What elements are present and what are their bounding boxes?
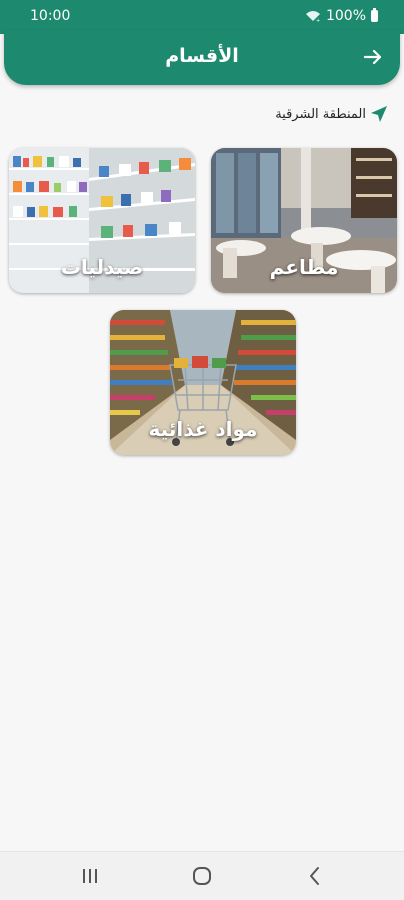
- status-bar: 10:00 + 100%: [0, 0, 404, 34]
- page-title: الأقسام: [165, 45, 239, 67]
- home-icon[interactable]: [189, 864, 215, 888]
- category-label: مطاعم: [269, 255, 339, 279]
- navigation-arrow-icon: [371, 106, 387, 122]
- category-label: صيدليات: [60, 255, 144, 279]
- status-icons: + 100%: [305, 8, 378, 24]
- status-time: 10:00: [30, 8, 71, 24]
- arrow-right-icon: [363, 49, 382, 65]
- app-header: الأقسام: [4, 30, 400, 85]
- location-label: المنطقة الشرقية: [275, 106, 366, 122]
- location-selector[interactable]: المنطقة الشرقية: [275, 102, 388, 126]
- category-card-pharmacies[interactable]: صيدليات: [9, 148, 195, 293]
- back-chevron-icon[interactable]: [302, 864, 328, 888]
- system-nav-bar: [0, 851, 404, 900]
- recents-icon[interactable]: [77, 864, 103, 888]
- back-button[interactable]: [360, 44, 386, 70]
- category-card-restaurants[interactable]: مطاعم: [211, 148, 397, 293]
- category-card-grocery[interactable]: مواد غذائية: [110, 310, 296, 455]
- svg-text:+: +: [316, 18, 320, 22]
- battery-icon: [371, 8, 378, 22]
- wifi-icon: +: [305, 11, 320, 22]
- battery-percent: 100%: [325, 8, 366, 24]
- category-label: مواد غذائية: [148, 417, 258, 441]
